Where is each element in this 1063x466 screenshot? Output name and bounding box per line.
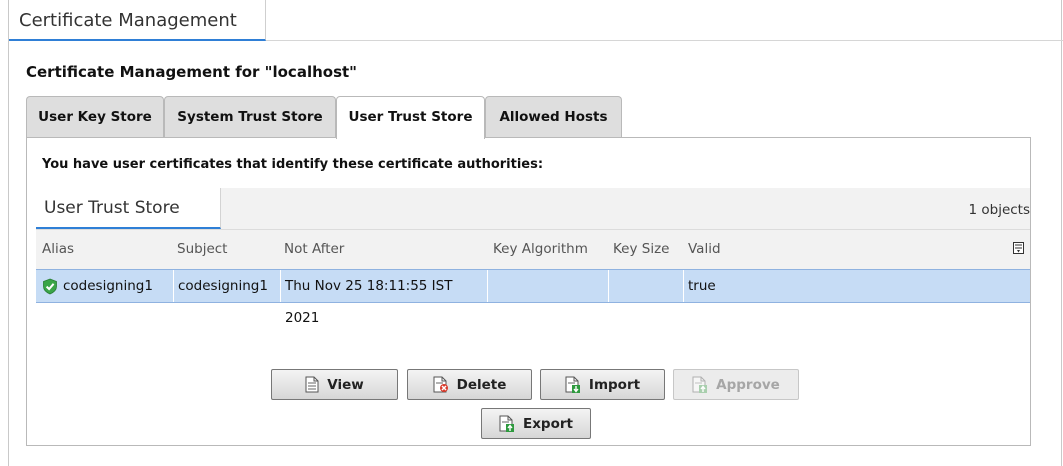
- document-approve-icon: [692, 376, 708, 393]
- column-header-key-algorithm[interactable]: Key Algorithm: [493, 230, 588, 268]
- delete-button[interactable]: Delete: [407, 369, 532, 400]
- table-title-tab[interactable]: User Trust Store: [36, 188, 221, 229]
- import-button-label: Import: [588, 376, 641, 393]
- cell-valid: true: [688, 278, 716, 294]
- column-header-not-after[interactable]: Not After: [284, 230, 344, 268]
- view-button[interactable]: View: [271, 369, 398, 400]
- column-header-valid[interactable]: Valid: [688, 230, 721, 268]
- tab-panel: You have user certificates that identify…: [26, 137, 1031, 446]
- document-icon: [305, 376, 319, 393]
- tab-user-trust-store[interactable]: User Trust Store: [336, 96, 485, 139]
- view-tab-strip: [266, 0, 1063, 41]
- cell-key-algorithm: [488, 270, 609, 302]
- document-import-icon: [565, 376, 580, 393]
- column-header-key-size[interactable]: Key Size: [613, 230, 669, 268]
- table-header-bar: User Trust Store 1 objects: [36, 188, 1030, 229]
- column-header-subject[interactable]: Subject: [177, 230, 227, 268]
- view-tab-certificate-management[interactable]: Certificate Management: [9, 0, 266, 41]
- page-title: Certificate Management for "localhost": [26, 63, 357, 81]
- tab-user-key-store[interactable]: User Key Store: [26, 96, 164, 138]
- cell-subject: codesigning1: [174, 270, 281, 302]
- export-button[interactable]: Export: [481, 408, 591, 439]
- export-button-label: Export: [523, 415, 573, 432]
- document-export-icon: [499, 415, 514, 432]
- green-shield-check-icon: [43, 278, 57, 295]
- approve-button[interactable]: Approve: [673, 369, 799, 400]
- document-delete-icon: [433, 376, 448, 393]
- cell-not-after: Thu Nov 25 18:11:55 IST 2021: [281, 270, 488, 326]
- import-button[interactable]: Import: [540, 369, 665, 400]
- alias-text: codesigning1: [63, 278, 153, 294]
- view-button-label: View: [327, 376, 364, 393]
- column-header-alias[interactable]: Alias: [42, 230, 74, 268]
- table-row[interactable]: codesigning1 codesigning1 Thu Nov 25 18:…: [36, 269, 1030, 326]
- object-count: 1 objects: [968, 202, 1030, 218]
- tab-allowed-hosts[interactable]: Allowed Hosts: [485, 96, 622, 138]
- cell-alias: codesigning1: [36, 270, 174, 302]
- approve-button-label: Approve: [716, 376, 780, 393]
- tab-system-trust-store[interactable]: System Trust Store: [164, 96, 336, 138]
- description-text: You have user certificates that identify…: [42, 157, 544, 172]
- cell-key-size: [609, 270, 684, 302]
- column-header-row: Alias Subject Not After Key Algorithm Ke…: [36, 229, 1030, 270]
- column-chooser-icon[interactable]: [1013, 242, 1024, 254]
- delete-button-label: Delete: [456, 376, 507, 393]
